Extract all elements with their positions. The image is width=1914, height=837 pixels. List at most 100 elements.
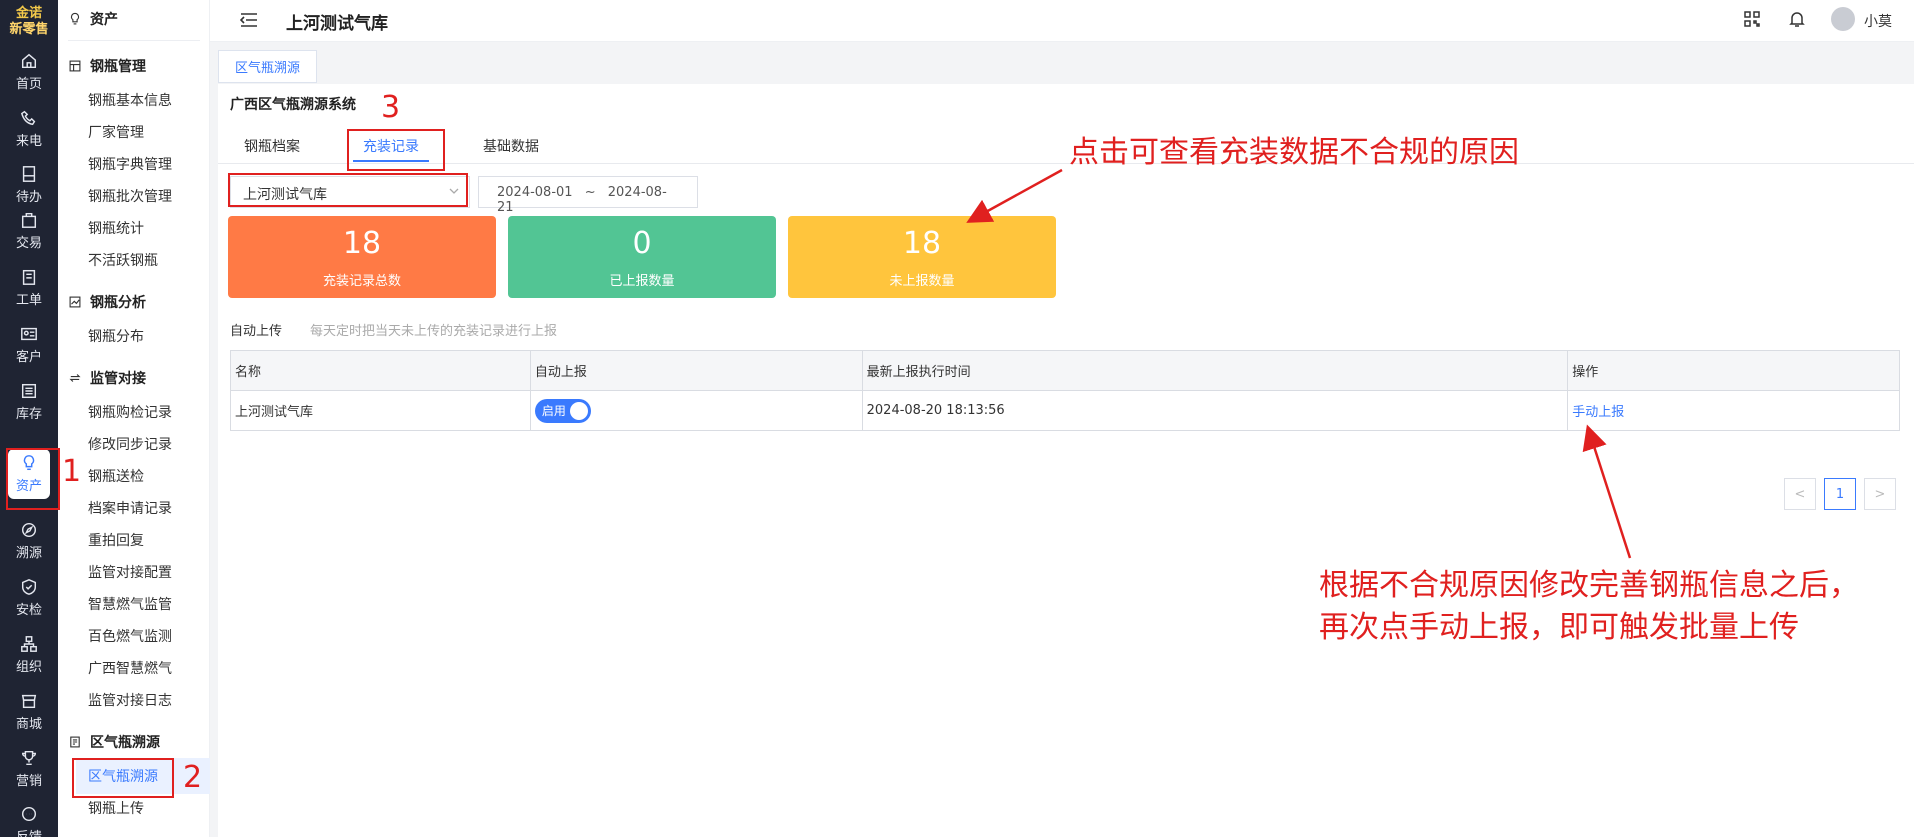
content-area: 区气瓶溯源 广西区气瓶溯源系统 钢瓶档案 充装记录 基础数据 上河测试气库 20… <box>210 42 1914 837</box>
group-regional-trace[interactable]: 区气瓶溯源 <box>68 732 160 752</box>
rail-label: 商城 <box>15 717 42 732</box>
annotation-note-1: 点击可查看充装数据不合规的原因 <box>1069 135 1519 170</box>
annotation-box-3 <box>347 129 445 171</box>
trophy-icon <box>21 750 37 766</box>
pagination-next[interactable]: > <box>1864 478 1896 510</box>
menu-item[interactable]: 修改同步记录 <box>88 434 172 454</box>
manual-report-link[interactable]: 手动上报 <box>1572 405 1624 420</box>
page-tab[interactable]: 区气瓶溯源 <box>218 50 318 83</box>
column-header: 操作 <box>1567 350 1900 391</box>
rail-inventory[interactable]: 库存 <box>0 374 58 430</box>
divider <box>218 163 1914 164</box>
menu-item[interactable]: 钢瓶基本信息 <box>88 90 172 110</box>
annotation-note-2-line-2: 再次点手动上报，即可触发批量上传 <box>1319 610 1799 645</box>
menu-toggle-icon[interactable] <box>240 12 258 28</box>
page-title: 上河测试气库 <box>286 14 388 34</box>
rail-marketing[interactable]: 营销 <box>0 741 58 797</box>
rail-label: 客户 <box>15 350 42 365</box>
group-label: 钢瓶分析 <box>90 295 146 311</box>
menu-item[interactable]: 钢瓶送检 <box>88 466 144 486</box>
menu-item[interactable]: 监管对接配置 <box>88 562 172 582</box>
brand-logo: 金诺 新零售 <box>0 0 58 44</box>
stat-value: 18 <box>342 226 382 261</box>
rail-ticket[interactable]: 工单 <box>0 260 58 316</box>
pagination-prev[interactable]: < <box>1784 478 1816 510</box>
rail-label: 交易 <box>15 236 42 251</box>
username[interactable]: 小莫 <box>1864 11 1892 31</box>
menu-item[interactable]: 厂家管理 <box>88 122 144 142</box>
stat-unreported[interactable]: 18 未上报数量 <box>788 216 1056 298</box>
avatar[interactable] <box>1831 7 1855 31</box>
column-header: 最新上报执行时间 <box>861 350 1569 391</box>
menu-item[interactable]: 钢瓶字典管理 <box>88 154 172 174</box>
group-regulatory[interactable]: 监管对接 <box>68 368 146 388</box>
cell-name: 上河测试气库 <box>230 390 531 431</box>
tab-basic-data[interactable]: 基础数据 <box>483 136 539 156</box>
auto-upload-hint: 每天定时把当天未上传的充装记录进行上报 <box>310 324 558 339</box>
chart-icon <box>69 296 81 308</box>
menu-item[interactable]: 广西智慧燃气 <box>88 658 172 678</box>
stat-label: 充装记录总数 <box>322 274 401 289</box>
menu-item[interactable]: 钢瓶分布 <box>88 326 144 346</box>
date-range-picker[interactable]: 2024-08-01 ~ 2024-08-21 <box>478 176 698 215</box>
menu-item[interactable]: 钢瓶购检记录 <box>88 402 172 422</box>
annotation-note-2-line-1: 根据不合规原因修改完善钢瓶信息之后， <box>1319 568 1859 603</box>
menu-item[interactable]: 钢瓶批次管理 <box>88 186 172 206</box>
menu-item[interactable]: 智慧燃气监管 <box>88 594 172 614</box>
stat-value: 18 <box>902 226 942 261</box>
store-icon <box>21 694 37 709</box>
menu-item[interactable]: 重拍回复 <box>88 530 144 550</box>
auto-report-toggle[interactable]: 启用 <box>534 398 591 423</box>
stat-reported[interactable]: 0 已上报数量 <box>508 216 776 298</box>
table-row: 上河测试气库 启用 2024-08-20 18:13:56 手动上报 <box>230 390 1900 431</box>
rail-label: 首页 <box>15 77 42 92</box>
menu-item[interactable]: 钢瓶统计 <box>88 218 144 238</box>
menu-item[interactable]: 监管对接日志 <box>88 690 172 710</box>
top-bar: 上河测试气库 小莫 <box>210 0 1914 42</box>
annotation-box-select <box>228 173 468 207</box>
id-card-icon <box>21 327 37 341</box>
rail-calls[interactable]: 来电 <box>0 101 58 157</box>
rail-trace[interactable]: 溯源 <box>0 513 58 569</box>
rail-label: 来电 <box>15 134 42 149</box>
group-cylinder-analysis[interactable]: 钢瓶分析 <box>68 292 146 312</box>
bulb-icon <box>70 12 80 25</box>
rail-label: 库存 <box>15 407 42 422</box>
rail-inspection[interactable]: 安检 <box>0 570 58 626</box>
rail-label: 安检 <box>15 603 42 618</box>
system-title: 广西区气瓶溯源系统 <box>230 97 356 113</box>
compass-icon <box>21 522 37 538</box>
auto-upload-label: 自动上传 <box>230 324 283 339</box>
stat-label: 已上报数量 <box>609 274 675 289</box>
rail-trade[interactable]: 交易 <box>0 203 58 259</box>
rail-home[interactable]: 首页 <box>0 44 58 100</box>
document-icon <box>70 736 80 748</box>
stat-label: 未上报数量 <box>889 274 955 289</box>
submenu-title-label: 资产 <box>90 12 118 28</box>
shield-icon <box>21 579 37 595</box>
pagination-page-1[interactable]: 1 <box>1824 478 1856 510</box>
toggle-label: 启用 <box>541 404 566 418</box>
group-cylinder-management[interactable]: 钢瓶管理 <box>68 56 146 76</box>
annotation-number-3: 3 <box>381 90 401 125</box>
bell-icon[interactable] <box>1788 10 1806 28</box>
cell-auto-report: 启用 <box>529 390 863 431</box>
rail-feedback[interactable]: 反馈 <box>0 797 58 837</box>
date-start: 2024-08-01 <box>497 185 573 200</box>
toggle-knob <box>569 401 588 420</box>
menu-item[interactable]: 档案申请记录 <box>88 498 172 518</box>
rail-org[interactable]: 组织 <box>0 627 58 683</box>
menu-item[interactable]: 不活跃钢瓶 <box>88 250 158 270</box>
rail-label: 反馈 <box>16 826 42 837</box>
menu-item[interactable]: 百色燃气监测 <box>88 626 172 646</box>
phone-icon <box>20 110 36 126</box>
qrcode-icon[interactable] <box>1743 10 1761 28</box>
rail-customer[interactable]: 客户 <box>0 317 58 373</box>
icon-rail: 金诺 新零售 首页 来电 待办 交易 工单 客户 库存 资产 溯源 安检 组织 … <box>0 0 58 837</box>
inventory-icon <box>21 383 37 399</box>
rail-store[interactable]: 商城 <box>0 684 58 740</box>
stat-total-records[interactable]: 18 充装记录总数 <box>228 216 496 298</box>
todo-icon <box>22 166 36 182</box>
menu-item[interactable]: 钢瓶上传 <box>88 798 144 818</box>
tab-cylinder-archive[interactable]: 钢瓶档案 <box>244 136 300 156</box>
